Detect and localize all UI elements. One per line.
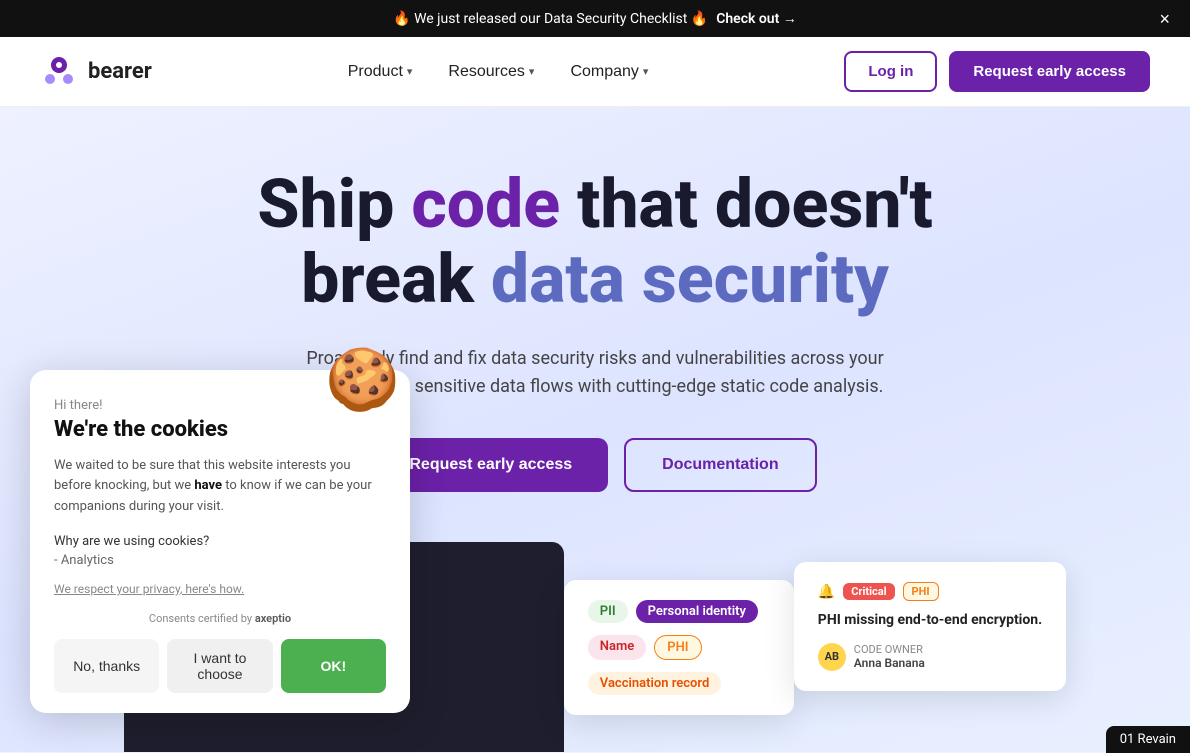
cookie-no-button[interactable]: No, thanks [54, 639, 159, 693]
nav-resources[interactable]: Resources ▾ [434, 55, 548, 89]
logo-link[interactable]: bearer [40, 53, 152, 91]
alert-owner: AB CODE OWNER Anna Banana [818, 643, 1042, 671]
revain-label: 01 Revain [1120, 732, 1176, 747]
axeptio-brand: axeptio [255, 612, 291, 625]
banner-text: 🔥 We just released our Data Security Che… [393, 11, 708, 27]
cookie-illustration: 🍪 [325, 350, 400, 410]
tag-phi: PHI [654, 635, 701, 660]
tags-row-2: Name PHI [588, 635, 770, 660]
alert-message: PHI missing end-to-end encryption. [818, 611, 1042, 631]
logo-text: bearer [88, 59, 152, 84]
tag-vaccination: Vaccination record [588, 672, 721, 695]
tags-row-1: PII Personal identity [588, 600, 770, 623]
revain-badge: 01 Revain [1106, 726, 1190, 753]
login-button[interactable]: Log in [844, 51, 937, 92]
cookie-why-question: Why are we using cookies? [54, 534, 386, 549]
bell-icon: 🔔 [818, 584, 835, 600]
nav-actions: Log in Request early access [844, 51, 1150, 92]
badge-phi: PHI [903, 582, 939, 601]
owner-name: Anna Banana [854, 656, 925, 670]
cookie-dialog: 🍪 Hi there! We're the cookies We waited … [30, 370, 410, 713]
cookie-body: We waited to be sure that this website i… [54, 456, 386, 518]
badge-critical: Critical [843, 583, 894, 600]
cookie-bold: have [194, 478, 222, 493]
tag-personal-identity: Personal identity [636, 600, 758, 623]
tags-panel: PII Personal identity Name PHI Vaccinati… [564, 580, 794, 715]
banner-close-button[interactable]: × [1159, 10, 1170, 28]
cookie-ok-button[interactable]: OK! [281, 639, 386, 693]
hero-title-line1: Ship code that doesn't [257, 164, 932, 244]
alert-header: 🔔 Critical PHI [818, 582, 1042, 601]
alert-panel: 🔔 Critical PHI PHI missing end-to-end en… [794, 562, 1066, 691]
owner-label: CODE OWNER [854, 643, 925, 656]
product-chevron-icon: ▾ [407, 65, 413, 78]
logo-icon [40, 53, 78, 91]
hero-code-highlight: code [411, 164, 560, 244]
avatar: AB [818, 643, 846, 671]
hero-docs-button[interactable]: Documentation [624, 438, 816, 492]
tags-row-3: Vaccination record [588, 672, 770, 695]
top-banner: 🔥 We just released our Data Security Che… [0, 0, 1190, 37]
cookie-title: We're the cookies [54, 417, 386, 442]
nav-request-button[interactable]: Request early access [949, 51, 1150, 92]
hero-title: Ship code that doesn't break data securi… [255, 167, 935, 317]
nav-company[interactable]: Company ▾ [556, 55, 662, 89]
company-chevron-icon: ▾ [643, 65, 649, 78]
banner-cta[interactable]: Check out → [716, 10, 797, 27]
owner-info: CODE OWNER Anna Banana [854, 643, 925, 670]
hero-title-line2: break data security [301, 239, 889, 319]
resources-chevron-icon: ▾ [529, 65, 535, 78]
hero-security-highlight: data security [491, 239, 889, 319]
nav-links: Product ▾ Resources ▾ Company ▾ [334, 55, 663, 89]
nav-product[interactable]: Product ▾ [334, 55, 427, 89]
cookie-certified: Consents certified by axeptio [54, 612, 386, 625]
navigation: bearer Product ▾ Resources ▾ Company ▾ L… [0, 37, 1190, 107]
cookie-choose-button[interactable]: I want to choose [167, 639, 272, 693]
cookie-privacy-link[interactable]: We respect your privacy, here's how. [54, 582, 386, 596]
tag-pii: PII [588, 600, 628, 623]
cookie-analytics: - Analytics [54, 553, 386, 568]
tag-name: Name [588, 635, 646, 660]
cookie-buttons: No, thanks I want to choose OK! [54, 639, 386, 693]
